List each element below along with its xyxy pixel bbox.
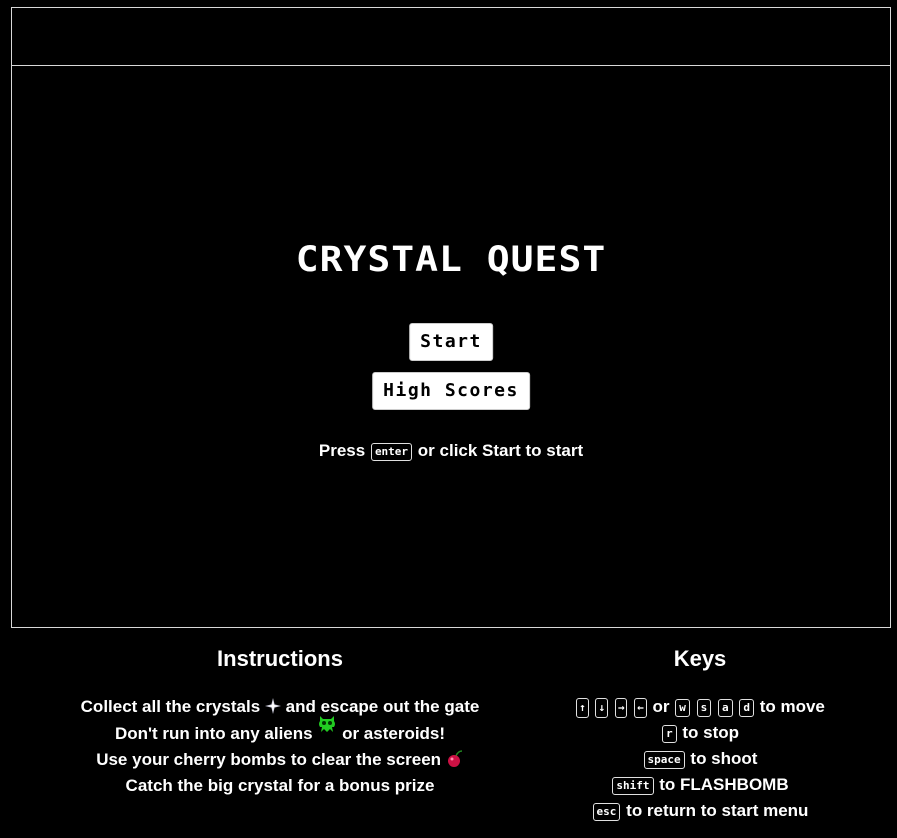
- up-arrow-key: ↑: [576, 697, 589, 718]
- instructions-heading: Instructions: [217, 646, 343, 671]
- keys-heading: Keys: [673, 646, 727, 671]
- instruction-line-aliens: Don't run into any aliens or asteroids!: [30, 716, 530, 747]
- game-title: CRYSTAL QUEST: [295, 238, 607, 280]
- instruction-text: Don't run into any aliens: [114, 724, 313, 743]
- stop-label: to stop: [682, 723, 739, 742]
- left-arrow-key: ←: [634, 697, 647, 718]
- right-arrow-key: →: [614, 697, 628, 718]
- instruction-line-crystals: Collect all the crystals and escape out …: [30, 694, 530, 720]
- down-arrow-key: ↓: [595, 697, 609, 718]
- shift-key: shift: [612, 776, 654, 795]
- keys-panel: Keys ↑ ↓ → ← or w s a d to move r to sto…: [500, 646, 897, 824]
- enter-key: enter: [370, 442, 413, 461]
- or-label: or: [652, 697, 670, 716]
- instruction-line-cherry: Use your cherry bombs to clear the scree…: [30, 747, 530, 773]
- start-hint-prefix: Press: [318, 441, 366, 460]
- crystal-sparkle-icon: [264, 698, 281, 714]
- game-canvas[interactable]: CRYSTAL QUEST Start High Scores Press en…: [11, 65, 891, 628]
- esc-key: esc: [592, 802, 621, 821]
- instruction-text: Use your cherry bombs to clear the scree…: [96, 750, 442, 769]
- instruction-text: or asteroids!: [342, 724, 446, 743]
- move-label: to move: [759, 697, 825, 716]
- esc-label: to return to start menu: [626, 801, 809, 820]
- start-hint-suffix: or click Start to start: [417, 441, 584, 460]
- shoot-label: to shoot: [690, 749, 758, 768]
- key-line-shoot: space to shoot: [500, 746, 897, 772]
- high-scores-button[interactable]: High Scores: [372, 372, 530, 410]
- alien-icon: [319, 716, 336, 732]
- space-key: space: [643, 750, 685, 769]
- start-button[interactable]: Start: [409, 323, 493, 361]
- a-key: a: [717, 698, 733, 717]
- r-key: r: [661, 724, 677, 743]
- instruction-text: and escape out the gate: [285, 697, 480, 716]
- top-bar: [11, 7, 891, 66]
- instruction-line-bonus: Catch the big crystal for a bonus prize: [125, 776, 435, 795]
- start-hint: Press enter or click Start to start: [12, 441, 890, 461]
- key-line-move: ↑ ↓ → ← or w s a d to move: [500, 694, 897, 720]
- w-key: w: [675, 698, 690, 717]
- key-line-esc: esc to return to start menu: [500, 798, 897, 824]
- cherry-bomb-icon: [447, 750, 462, 767]
- key-line-stop: r to stop: [500, 720, 897, 746]
- instructions-panel: Instructions Collect all the crystals an…: [30, 646, 530, 799]
- instruction-text: Collect all the crystals: [80, 697, 261, 716]
- s-key: s: [696, 698, 712, 717]
- d-key: d: [739, 698, 754, 717]
- flashbomb-label: to FLASHBOMB: [659, 775, 789, 794]
- key-line-flashbomb: shift to FLASHBOMB: [500, 772, 897, 798]
